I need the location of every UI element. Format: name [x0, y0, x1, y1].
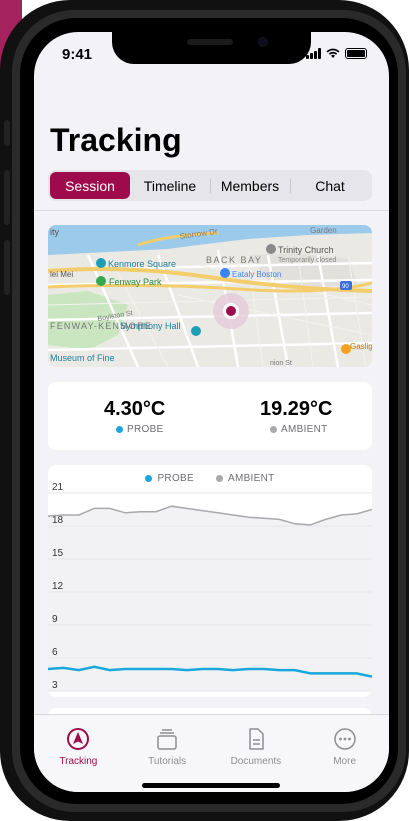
tab-bar: Tracking Tutorials Documents More — [34, 714, 389, 792]
ambient-label: AMBIENT — [270, 424, 328, 435]
tab-timeline[interactable]: Timeline — [130, 172, 210, 199]
tabbar-documents[interactable]: Documents — [212, 715, 301, 792]
battery-icon — [345, 47, 367, 59]
ambient-area — [48, 506, 372, 691]
chart-plot: 21181512963 — [48, 482, 372, 692]
tabbar-tutorials[interactable]: Tutorials — [123, 715, 212, 792]
map-label-back-bay: BACK BAY — [206, 255, 262, 265]
page-title: Tracking — [50, 122, 182, 158]
map-label-trinity: Trinity Church — [278, 245, 334, 255]
document-icon — [249, 728, 264, 750]
camera — [258, 37, 268, 47]
tab-label-more: More — [333, 756, 357, 767]
map-label-symphony: Symphony Hall — [120, 321, 181, 331]
silent-switch — [4, 120, 10, 146]
tab-members[interactable]: Members — [210, 172, 290, 199]
map-label-museum: Museum of Fine — [50, 353, 115, 363]
status-icons — [306, 47, 367, 59]
wifi-icon — [326, 48, 340, 58]
compass-icon — [67, 728, 90, 750]
map-label-union-park: nion St — [270, 360, 292, 367]
legend-ambient: AMBIENT — [215, 473, 275, 484]
probe-value: 4.30°C — [104, 398, 166, 420]
status-time: 9:41 — [62, 46, 93, 63]
ambient-value: 19.29°C — [260, 398, 333, 420]
temperature-chart: PROBE AMBIENT 21 18 15 12 9 6 3 — [48, 465, 372, 697]
notch — [112, 32, 311, 64]
segmented-control: Session Timeline Members Chat — [48, 170, 372, 201]
divider — [34, 210, 389, 211]
tab-chat[interactable]: Chat — [290, 172, 370, 199]
map-label-trinity-sub: Temporarily closed — [278, 257, 336, 264]
map-label-fenway-park: Fenway Park — [109, 277, 162, 287]
probe-label: PROBE — [116, 424, 164, 435]
tabbar-more[interactable]: More — [300, 715, 389, 792]
y-tick-label: 18 — [52, 515, 64, 526]
y-tick-label: 6 — [52, 647, 58, 658]
map-label-gaslight: Gaslig Brass — [350, 342, 372, 351]
tabbar-tracking[interactable]: Tracking — [34, 715, 123, 792]
volume-up-button — [4, 170, 10, 225]
map-view[interactable]: ity Storrow Dr Garden Trinity Church Tem… — [48, 225, 372, 367]
cellular-signal-icon — [306, 47, 321, 59]
y-tick-label: 3 — [52, 680, 58, 691]
map-label-kenmore: Kenmore Square — [108, 259, 176, 269]
phone-screen: 9:41 Tracking Session Timeline Members C… — [34, 32, 389, 792]
home-indicator — [142, 783, 280, 788]
chart-legend: PROBE AMBIENT — [48, 473, 372, 484]
tab-session[interactable]: Session — [50, 172, 130, 199]
map-label-interstate: 90 — [342, 284, 349, 290]
tray-stack-icon — [157, 729, 177, 750]
ambient-dot — [270, 426, 277, 433]
map-label-garden: Garden — [310, 226, 337, 235]
map-label-lei-mei: lei Mei — [50, 270, 73, 279]
y-tick-label: 15 — [52, 548, 64, 559]
ellipsis-circle-icon — [333, 728, 356, 750]
speaker — [187, 39, 233, 45]
legend-probe: PROBE — [145, 473, 194, 484]
map-label-city: ity — [50, 227, 60, 237]
tab-label-tutorials: Tutorials — [148, 756, 187, 767]
tab-label-documents: Documents — [230, 756, 282, 767]
y-tick-label: 12 — [52, 581, 64, 592]
map-label-eataly: Eataly Boston — [232, 270, 281, 279]
volume-down-button — [4, 240, 10, 295]
y-tick-label: 9 — [52, 614, 58, 625]
probe-dot — [116, 426, 123, 433]
tab-label-tracking: Tracking — [59, 756, 98, 767]
readings-card: 4.30°C PROBE 19.29°C AMBIENT — [48, 382, 372, 450]
